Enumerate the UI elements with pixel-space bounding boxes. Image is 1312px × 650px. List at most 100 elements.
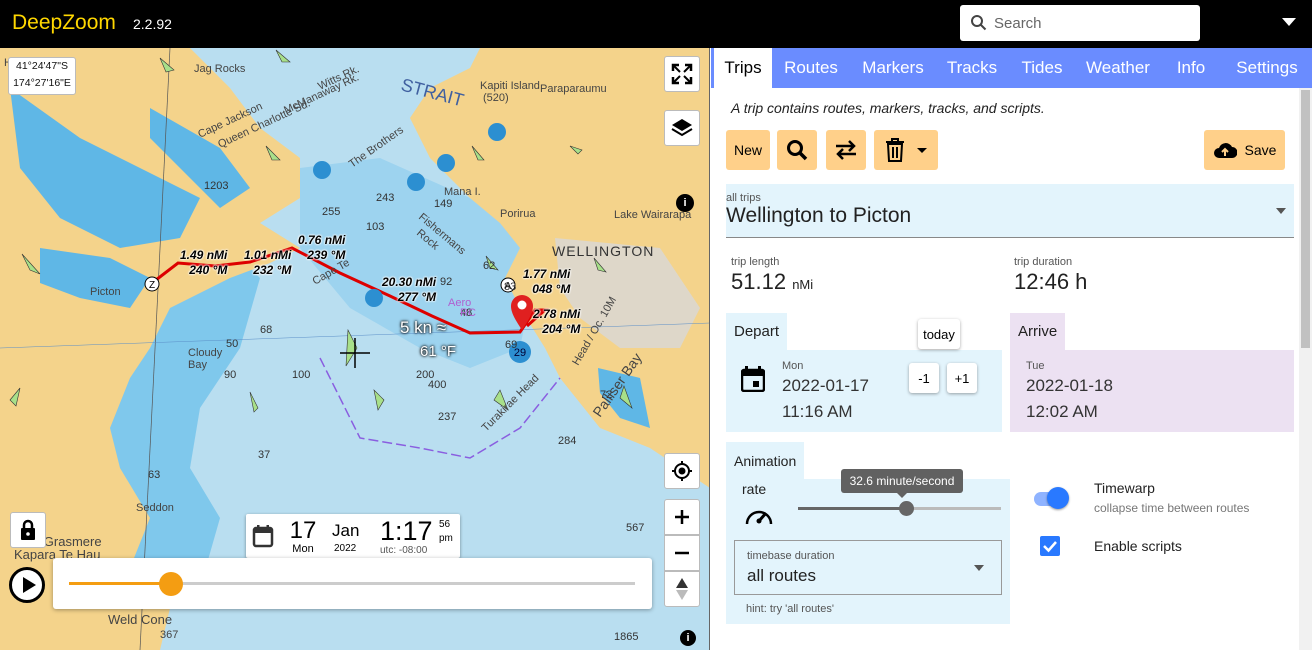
minus-icon — [675, 551, 689, 555]
route-leg-label: 1.01 nMi 232 °M — [244, 248, 292, 277]
tab-markers[interactable]: Markers — [850, 48, 936, 88]
timeline-slider[interactable] — [53, 558, 652, 609]
svg-text:243: 243 — [376, 192, 394, 204]
date-weekday: Mon — [292, 543, 314, 555]
date-day: 17 — [289, 517, 317, 544]
fullscreen-button[interactable] — [664, 56, 700, 92]
rate-slider-thumb[interactable] — [898, 501, 914, 516]
today-button[interactable]: today — [918, 319, 960, 349]
depart-date[interactable]: 2022-01-17 — [782, 376, 869, 396]
arrive-time: 12:02 AM — [1026, 402, 1098, 421]
cloud-upload-icon — [1213, 143, 1237, 158]
zoom-in-button[interactable] — [664, 499, 700, 535]
calendar-icon[interactable] — [740, 366, 766, 397]
svg-text:Z: Z — [149, 280, 155, 291]
timeline-thumb[interactable] — [158, 572, 183, 596]
menu-dropdown-icon[interactable] — [1282, 18, 1296, 26]
zoom-out-button[interactable] — [664, 535, 700, 571]
timebase-label: timebase duration — [747, 550, 835, 562]
svg-text:63: 63 — [148, 469, 160, 481]
timebase-select[interactable]: timebase duration all routes — [734, 540, 1002, 595]
svg-text:367: 367 — [160, 629, 178, 641]
search-input[interactable] — [994, 11, 1190, 35]
swap-icon — [836, 140, 856, 160]
svg-text:Seddon: Seddon — [136, 502, 174, 514]
svg-text:Bay: Bay — [188, 359, 207, 371]
layers-button[interactable] — [664, 110, 700, 146]
svg-text:255: 255 — [322, 206, 340, 218]
depart-time[interactable]: 11:16 AM — [782, 402, 853, 422]
side-panel: Trips Routes Markers Tracks Tides Weathe… — [711, 48, 1312, 650]
svg-text:(520): (520) — [483, 92, 509, 104]
deepzoom-app: DeepZoom 2.2.92 Search Z A 29 1203 243 2… — [0, 0, 1312, 650]
tab-routes[interactable]: Routes — [774, 48, 848, 88]
enable-scripts-label: Enable scripts — [1094, 538, 1182, 554]
play-button[interactable] — [9, 567, 45, 603]
fullscreen-icon — [671, 63, 693, 85]
lock-icon — [21, 519, 35, 540]
svg-text:103: 103 — [366, 221, 384, 233]
route-leg-label: 1.49 nMi 240 °M — [180, 248, 228, 277]
wind-readout: 5 kn ≈ — [400, 318, 447, 337]
enable-scripts-checkbox[interactable] — [1040, 536, 1060, 556]
save-button[interactable]: Save — [1204, 130, 1285, 170]
map-date-time[interactable]: 17 Mon Jan 2022 1:17 56 pm utc: -08:00 — [246, 514, 460, 558]
trip-length-label: trip length — [731, 256, 780, 268]
plus-day-button[interactable]: +1 — [947, 363, 977, 393]
check-icon — [1043, 541, 1057, 553]
chevron-down-icon — [917, 147, 927, 153]
svg-text:Kapiti Island: Kapiti Island — [480, 80, 540, 92]
panel-scrollbar-thumb[interactable] — [1301, 90, 1310, 348]
timeline-progress — [69, 582, 171, 585]
tab-settings[interactable]: Settings — [1224, 48, 1310, 88]
new-trip-button[interactable]: New — [726, 130, 770, 170]
tooltip-arrow — [897, 493, 907, 498]
timebase-value: all routes — [747, 566, 816, 585]
trip-select[interactable]: all trips Wellington to Picton — [726, 184, 1294, 238]
dropdown-arrow-icon — [974, 565, 984, 571]
tab-weather[interactable]: Weather — [1078, 48, 1158, 88]
locate-button[interactable] — [664, 453, 700, 489]
compass-button[interactable] — [664, 571, 700, 607]
trips-intro: A trip contains routes, markers, tracks,… — [731, 100, 1045, 116]
calendar-icon — [252, 524, 274, 553]
svg-text:69: 69 — [505, 339, 517, 351]
swap-button[interactable] — [826, 130, 866, 170]
timewarp-toggle-knob[interactable] — [1047, 487, 1069, 509]
rate-tooltip: 32.6 minute/second — [841, 469, 963, 493]
svg-text:Paraparaumu: Paraparaumu — [540, 83, 607, 95]
tab-info[interactable]: Info — [1160, 48, 1222, 88]
nautical-chart-map[interactable]: Z A 29 1203 243 255 149 103 68 92 62 83 … — [0, 48, 710, 650]
delete-menu-button[interactable] — [874, 130, 938, 170]
timewarp-description: collapse time between routes — [1094, 501, 1250, 515]
wind-icon: ≈ — [436, 318, 447, 337]
svg-text:62: 62 — [483, 260, 495, 272]
attribution-info-icon[interactable]: i — [680, 630, 696, 646]
cursor-coordinates: 41°24'47"S 174°27'16"E — [8, 57, 76, 95]
info-icon[interactable]: i — [676, 194, 694, 212]
date-month: Jan — [332, 521, 360, 540]
svg-text:149: 149 — [434, 198, 452, 210]
route-leg-label: 0.76 nMi 239 °M — [298, 233, 346, 262]
svg-text:37: 37 — [258, 449, 270, 461]
trip-duration-label: trip duration — [1014, 256, 1073, 268]
depart-header: Depart — [726, 313, 788, 351]
app-version: 2.2.92 — [133, 16, 172, 32]
dropdown-arrow-icon — [1276, 208, 1286, 214]
minus-day-button[interactable]: -1 — [909, 363, 939, 393]
layers-icon — [671, 119, 693, 137]
svg-text:92: 92 — [440, 276, 452, 288]
timebase-hint: hint: try 'all routes' — [746, 603, 834, 615]
tab-trips[interactable]: Trips — [714, 48, 772, 88]
search-trip-button[interactable] — [777, 130, 817, 170]
search-box[interactable] — [960, 5, 1200, 41]
svg-text:1865: 1865 — [614, 631, 638, 643]
tab-tracks[interactable]: Tracks — [938, 48, 1006, 88]
depart-weekday: Mon — [782, 360, 804, 372]
svg-text:83: 83 — [504, 281, 516, 293]
longitude-readout: 174°27'16"E — [13, 77, 71, 89]
tab-tides[interactable]: Tides — [1008, 48, 1076, 88]
lock-button[interactable] — [10, 512, 46, 548]
svg-text:RC: RC — [460, 307, 476, 319]
rate-slider-fill — [798, 507, 906, 510]
